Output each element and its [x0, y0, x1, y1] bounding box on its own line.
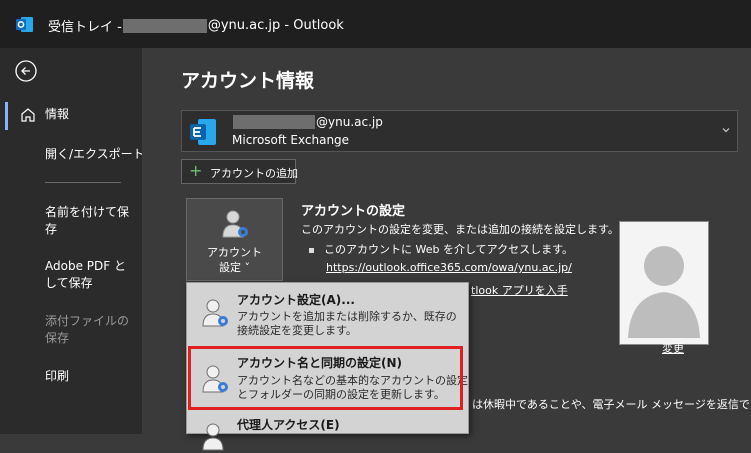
chevron-down-icon [722, 128, 730, 133]
auto-reply-desc: は休暇中であることや、電子メール メッセージを返信でき [472, 398, 751, 411]
redacted-email [233, 115, 315, 129]
active-indicator [5, 102, 8, 130]
settings-section-desc: このアカウントの設定を変更、または追加の接続を設定します。 [301, 223, 619, 236]
owa-link[interactable]: https://outlook.office365.com/owa/ynu.ac… [326, 261, 572, 274]
delegate-icon [202, 423, 224, 451]
outlook-icon [16, 17, 33, 32]
sidebar-item-save-attachments[interactable]: 添付ファイルの保存 [45, 313, 129, 347]
add-account-label: アカウントの追加 [210, 167, 298, 180]
account-settings-button[interactable]: アカウント 設定 ˅ [186, 198, 283, 281]
exchange-icon [190, 119, 216, 145]
account-selector-dropdown[interactable]: @ynu.ac.jp Microsoft Exchange [181, 110, 738, 152]
bullet-icon [309, 247, 314, 253]
account-type: Microsoft Exchange [232, 133, 350, 147]
sidebar-divider [45, 182, 121, 183]
account-settings-label-2: 設定 ˅ [219, 261, 250, 274]
page-title: アカウント情報 [181, 70, 315, 92]
title-separator: - [280, 18, 294, 33]
account-email-suffix: @ynu.ac.jp [316, 115, 383, 129]
redacted-email [122, 18, 207, 33]
highlight-box [188, 346, 463, 410]
sidebar-item-info[interactable]: 情報 [45, 106, 69, 123]
settings-section-title: アカウントの設定 [301, 204, 406, 219]
title-bar: 受信トレイ - @ynu.ac.jp - Outlook [0, 0, 751, 48]
home-icon [21, 108, 35, 122]
menu-item-account-settings[interactable]: アカウント設定(A)... アカウントを追加または削除するか、既存の 接続設定を… [187, 283, 468, 345]
menu-item-desc-2: 接続設定を変更します。 [237, 324, 357, 337]
title-prefix: 受信トレイ - [48, 20, 122, 35]
person-silhouette-icon [624, 226, 704, 340]
profile-photo [619, 221, 709, 345]
account-settings-label-1: アカウント [207, 246, 262, 259]
menu-item-delegate-access[interactable]: 代理人アクセス(E) [187, 413, 468, 451]
sidebar-item-save-as[interactable]: 名前を付けて保存 [45, 204, 129, 238]
menu-item-desc-1: アカウントを追加または削除するか、既存の [237, 310, 457, 323]
plus-icon: + [189, 161, 203, 180]
sidebar-item-open-export[interactable]: 開く/エクスポート [45, 146, 145, 163]
backstage-sidebar: 情報 開く/エクスポート 名前を付けて保存 Adobe PDF として保存 添付… [0, 48, 145, 434]
bullet-text: このアカウントに Web を介してアクセスします。 [324, 243, 573, 256]
title-app-name: Outlook [293, 18, 344, 33]
add-account-button[interactable]: + アカウントの追加 [181, 159, 298, 184]
account-settings-icon [222, 210, 248, 238]
account-email: @ynu.ac.jp [232, 115, 383, 129]
menu-item-title: アカウント設定(A)... [237, 293, 355, 307]
account-settings-icon [202, 299, 228, 327]
get-outlook-app-link[interactable]: tlook アプリを入手 [471, 282, 568, 298]
sidebar-item-save-adobe-pdf[interactable]: Adobe PDF として保存 [45, 258, 135, 292]
change-photo-link[interactable]: 変更 [662, 340, 684, 356]
settings-section-bullet: このアカウントに Web を介してアクセスします。 [309, 241, 573, 257]
window-title: 受信トレイ - @ynu.ac.jp - Outlook [48, 16, 344, 35]
sidebar-item-print[interactable]: 印刷 [45, 368, 69, 385]
back-arrow-icon[interactable] [15, 60, 37, 82]
title-email-suffix: @ynu.ac.jp [207, 18, 281, 33]
menu-item-title: 代理人アクセス(E) [237, 418, 340, 432]
